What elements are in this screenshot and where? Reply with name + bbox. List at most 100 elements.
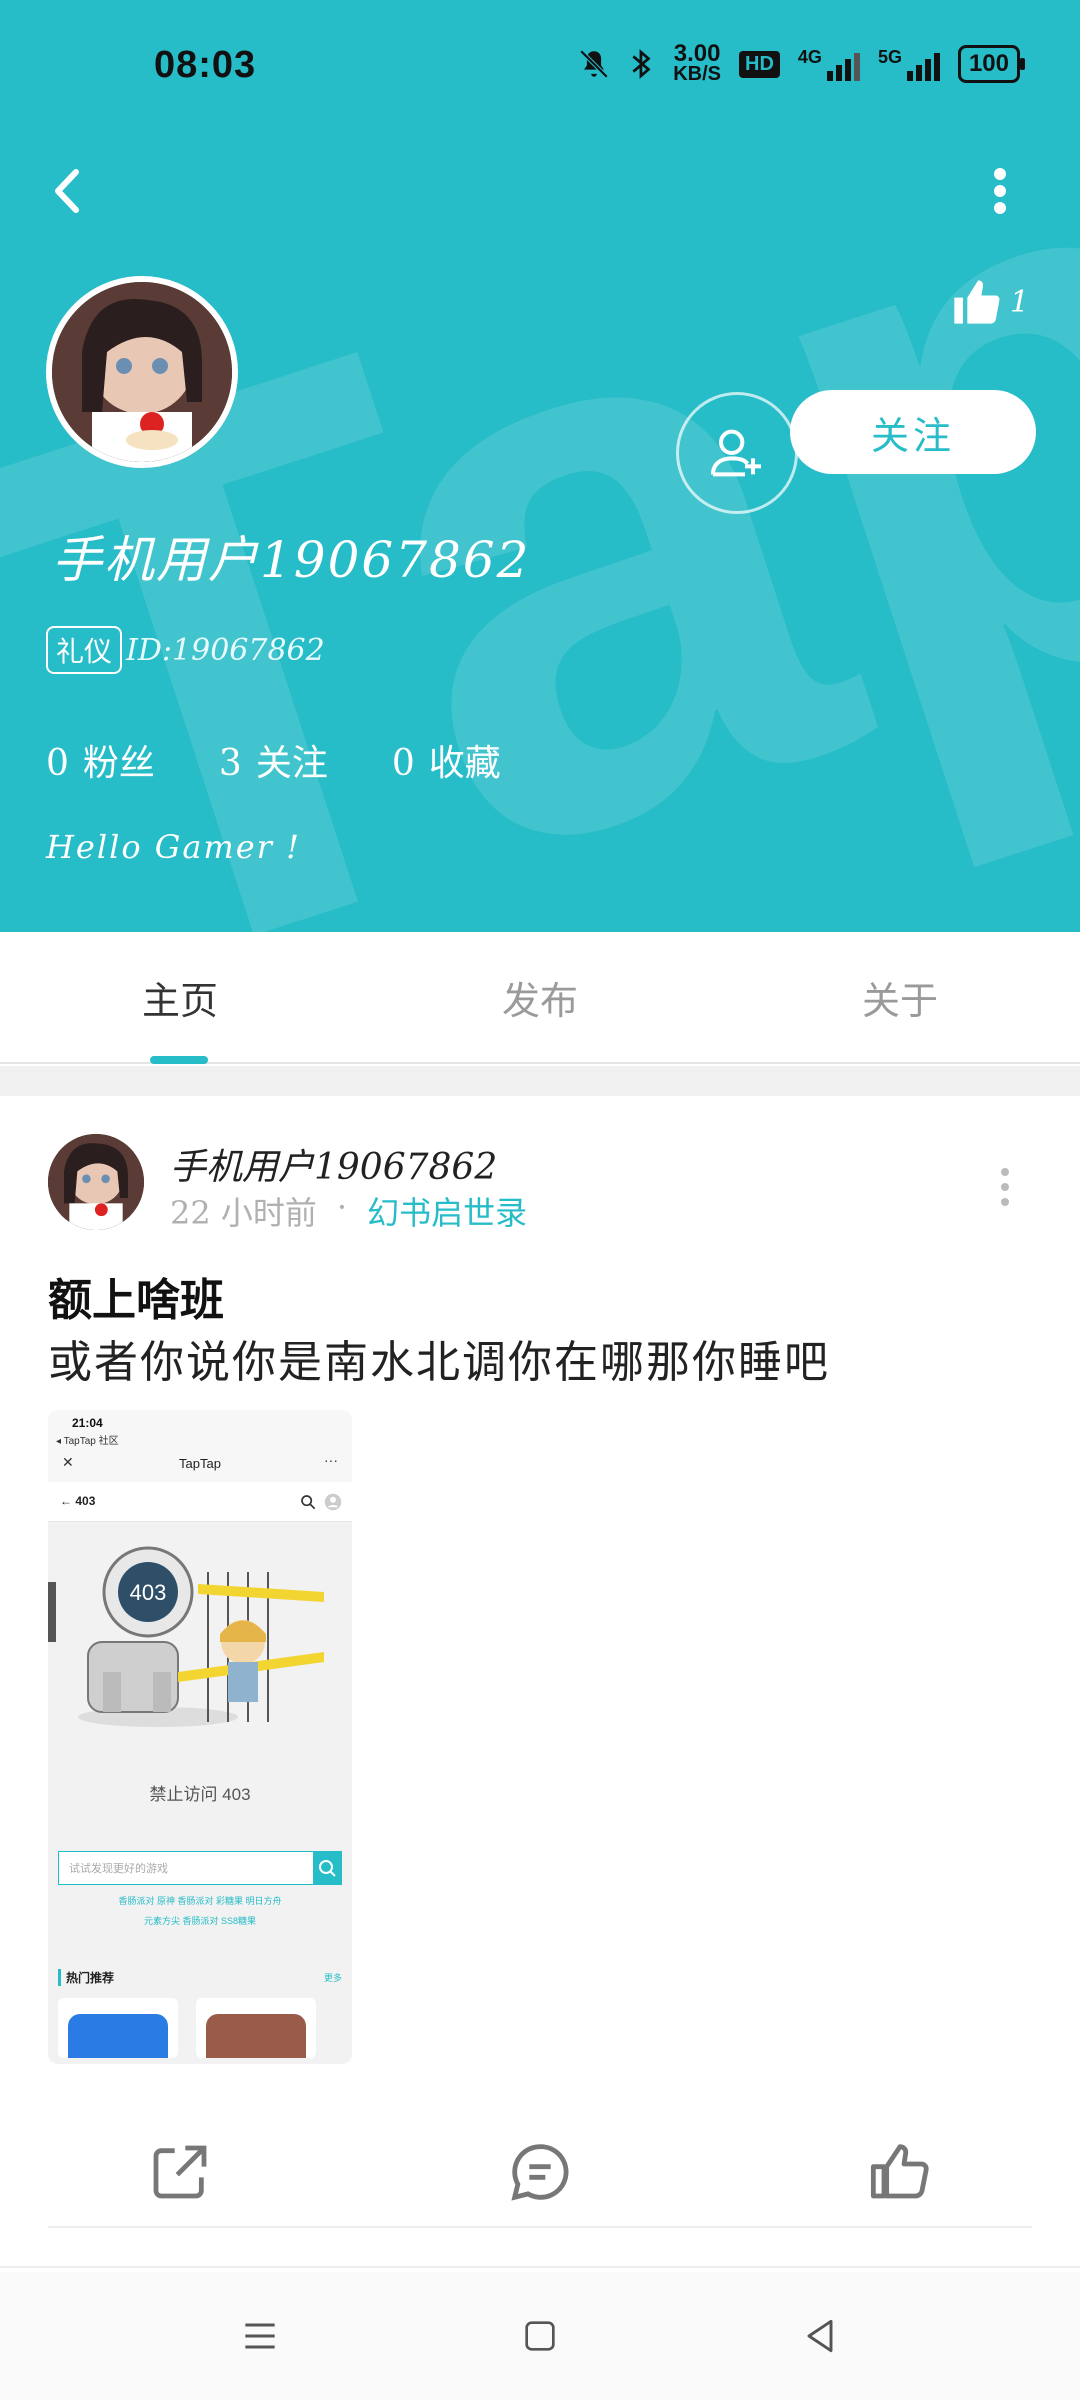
shot-card (58, 1998, 178, 2058)
profile-tabs: 主页 发布 关于 (0, 932, 1080, 1064)
shot-search-placeholder: 试试发现更好的游戏 (69, 1863, 168, 1875)
avatar-image (48, 1134, 144, 1230)
shot-nav-text: 403 (75, 1494, 96, 1508)
stat-favorites-label: 收藏 (428, 743, 501, 784)
stat-favorites-count: 0 (391, 743, 415, 784)
shot-tags-line-2: 元素方尖 香肠派对 SS8糖果 (143, 1916, 256, 1926)
back-nav-button[interactable] (790, 2306, 850, 2366)
meta-separator: · (336, 1188, 348, 1226)
post-time: 22 小时前 (170, 1194, 317, 1232)
stat-fans-label: 粉丝 (82, 743, 155, 784)
profile-bio: Hello Gamer ! (46, 828, 301, 866)
forbidden-text: 禁止访问 403 (149, 1785, 251, 1804)
user-plus-icon (711, 429, 761, 477)
back-icon (807, 2319, 833, 2353)
like-button[interactable] (860, 2132, 940, 2212)
mute-icon (579, 49, 609, 79)
home-button[interactable] (510, 2306, 570, 2366)
stat-fans[interactable]: 0 粉丝 (46, 734, 169, 786)
post-forum-link[interactable]: 幻书启世录 (367, 1188, 527, 1234)
status-icons: 3.00 KB/S HD 4G 5G 100 (577, 40, 1026, 85)
more-options-button[interactable] (980, 156, 1020, 226)
badge-row: 礼仪 ID:19067862 (46, 626, 325, 674)
like-count: 1 (1010, 284, 1030, 320)
post-author-avatar[interactable] (48, 1134, 144, 1230)
tab-posts[interactable]: 发布 (360, 932, 720, 1062)
post-divider (48, 2226, 1032, 2228)
more-vertical-icon (994, 168, 1006, 214)
shot-header: 21:04 ◂ TapTap 社区 ✕ TapTap ··· (48, 1410, 352, 1482)
post-body: 或者你说你是南水北调你在哪那你睡吧 (48, 1337, 830, 1388)
home-icon (525, 2321, 555, 2351)
like-icon (870, 2144, 929, 2199)
stat-following-count: 3 (218, 743, 242, 784)
stat-following[interactable]: 3 关注 (219, 734, 342, 786)
shot-back-app: ◂ TapTap 社区 (56, 1436, 119, 1447)
stat-following-label: 关注 (255, 743, 328, 784)
shot-tags: 香肠派对 原神 香肠派对 彩糖果 明日方舟 元素方尖 香肠派对 SS8糖果 (58, 1891, 342, 1931)
shot-nav: ← 403 (48, 1482, 352, 1522)
post-actions (0, 2102, 1080, 2242)
tab-about[interactable]: 关于 (720, 932, 1080, 1062)
post-meta: 22 小时前 · 幻书启世录 (170, 1188, 527, 1234)
follow-button[interactable]: 关注 (790, 390, 1036, 474)
shot-more-link: 更多 (323, 1973, 342, 1983)
shot-card (196, 1998, 316, 2058)
add-friend-button[interactable] (676, 392, 798, 514)
more-horizontal-icon: ··· (324, 1452, 338, 1468)
menu-icon (245, 2323, 275, 2349)
net-speed-unit: KB/S (673, 63, 722, 85)
shot-hot-label: 热门推荐 (58, 1969, 114, 1986)
forbidden-illustration: 403 (48, 1522, 352, 1780)
illus-number: 403 (130, 1580, 167, 1605)
bluetooth-icon (632, 49, 651, 79)
comment-icon (511, 2144, 569, 2201)
post-title: 额上啥班 (48, 1275, 224, 1326)
tab-home[interactable]: 主页 (0, 932, 360, 1062)
taptap-watermark: TapT (0, 60, 1080, 932)
comment-button[interactable] (500, 2132, 580, 2212)
thumbs-up-icon (954, 280, 1000, 324)
stat-fans-count: 0 (46, 743, 69, 784)
hd-badge: HD (739, 50, 780, 78)
battery-indicator: 100 (957, 45, 1026, 83)
svg-text:TapT: TapT (0, 60, 1080, 932)
post-more-button[interactable] (990, 1162, 1020, 1212)
share-icon (153, 2145, 207, 2199)
post-card[interactable]: 手机用户19067862 22 小时前 · 幻书启世录 额上啥班 或者你说你是南… (0, 1096, 1080, 2272)
share-button[interactable] (140, 2132, 220, 2212)
status-bar: 08:03 3.00 KB/S HD 4G 5G 100 (0, 0, 1080, 136)
back-button[interactable] (40, 156, 100, 226)
net-speed-value: 3.00 (673, 40, 721, 67)
stat-favorites[interactable]: 0 收藏 (392, 734, 515, 786)
status-time: 08:03 (154, 44, 257, 86)
user-id: ID:19067862 (126, 632, 325, 668)
post-author-name[interactable]: 手机用户19067862 (170, 1138, 497, 1190)
avatar-image (52, 282, 232, 462)
shot-hot-header: 热门推荐 更多 (58, 1969, 342, 1986)
shot-nav-label: ← 403 (60, 1494, 96, 1508)
shot-tags-line-1: 香肠派对 原神 香肠派对 彩糖果 明日方舟 (118, 1896, 282, 1906)
etiquette-badge[interactable]: 礼仪 (46, 626, 123, 674)
signal-4g: 4G (798, 47, 860, 81)
recent-apps-button[interactable] (230, 2306, 290, 2366)
signal-4g-label: 4G (797, 47, 822, 67)
shot-title: TapTap (179, 1456, 221, 1471)
list-divider (0, 2266, 1080, 2268)
signal-5g-label: 5G (877, 47, 902, 67)
active-tab-indicator (150, 1056, 208, 1064)
system-nav-bar (0, 2272, 1080, 2400)
search-icon (301, 1495, 316, 1510)
shot-time: 21:04 (72, 1416, 103, 1430)
search-icon (313, 1852, 341, 1884)
shot-search-bar: 试试发现更好的游戏 (58, 1851, 342, 1885)
user-icon (324, 1493, 342, 1511)
post-image[interactable]: 21:04 ◂ TapTap 社区 ✕ TapTap ··· ← 403 403 (48, 1410, 352, 2064)
net-speed: 3.00 KB/S (673, 40, 722, 85)
more-vertical-icon (1001, 1168, 1009, 1206)
profile-likes[interactable]: 1 (950, 276, 1029, 328)
profile-stats: 0 粉丝 3 关注 0 收藏 (46, 734, 515, 786)
robot-illustration: 403 (48, 1546, 324, 1727)
profile-avatar[interactable] (46, 276, 238, 468)
profile-username: 手机用户19067862 (52, 531, 531, 589)
